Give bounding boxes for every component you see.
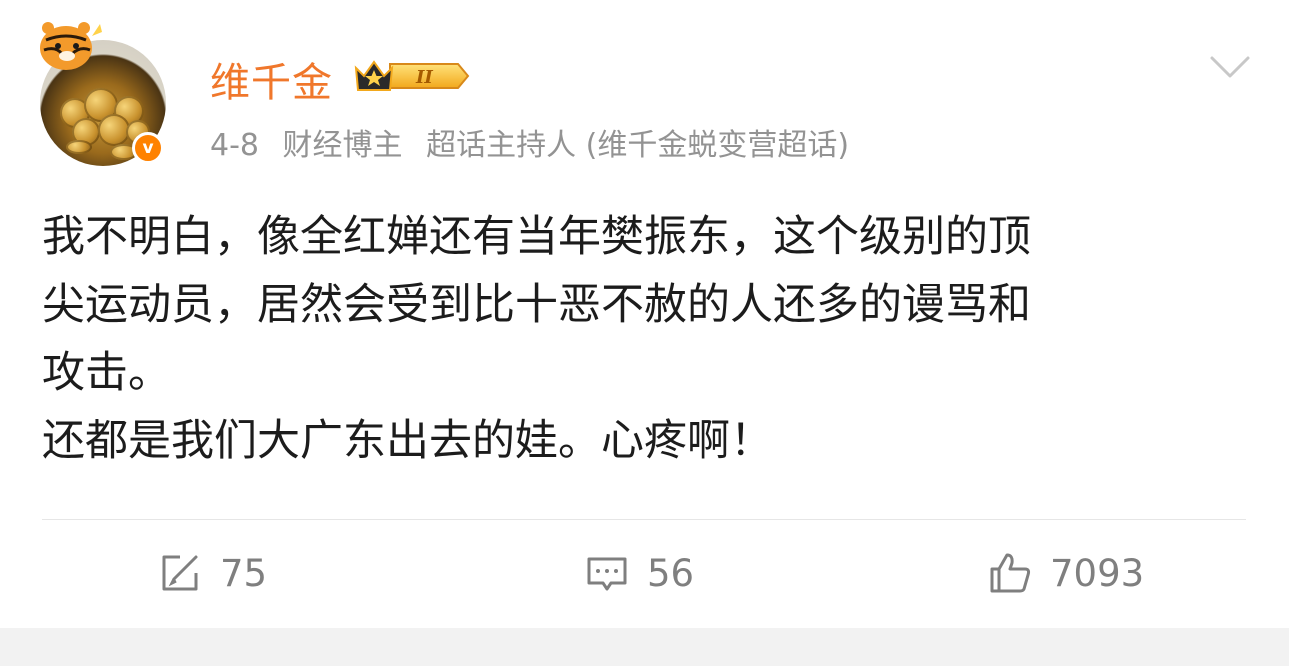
post-content: 我不明白，像全红婵还有当年樊振东，这个级别的顶 尖运动员，居然会受到比十恶不赦的… — [42, 203, 1242, 475]
thumbs-up-icon — [990, 553, 1031, 593]
author-role: 财经博主 — [282, 128, 403, 163]
like-button[interactable]: 7093 — [988, 546, 1144, 600]
repost-count: 75 — [220, 551, 268, 595]
repost-button[interactable]: 75 — [158, 546, 267, 600]
content-line: 我不明白，像全红婵还有当年樊振东，这个级别的顶 — [42, 212, 1031, 262]
comment-button[interactable]: 56 — [585, 546, 694, 600]
vip-level-text: II — [415, 67, 433, 88]
repost-icon — [162, 555, 198, 591]
feed-separator — [0, 628, 1289, 666]
author-avatar[interactable]: v — [36, 18, 172, 166]
content-line: 尖运动员，居然会受到比十恶不赦的人还多的谩骂和 — [42, 280, 1031, 330]
content-line: 攻击。 — [42, 348, 171, 398]
topic-host[interactable]: 超话主持人 (维千金蜕变营超话) — [426, 128, 849, 163]
verified-badge: v — [132, 132, 164, 164]
comment-icon — [587, 557, 627, 591]
weibo-post-card: v 维千金 II 4-8 财经博主 超话主持人 (维千金蜕变营超话) 我不明白，… — [0, 0, 1289, 628]
divider — [42, 519, 1246, 520]
like-count: 7093 — [1050, 551, 1145, 595]
post-meta: 4-8 财经博主 超话主持人 (维千金蜕变营超话) — [210, 120, 863, 164]
post-date: 4-8 — [210, 128, 259, 163]
comment-count: 56 — [647, 551, 695, 595]
chevron-down-icon[interactable] — [1208, 52, 1252, 82]
author-name[interactable]: 维千金 — [210, 50, 333, 108]
vip-crown-badge[interactable]: II — [350, 54, 472, 98]
tiger-icon — [40, 22, 102, 70]
content-line: 还都是我们大广东出去的娃。心疼啊！ — [42, 416, 773, 466]
